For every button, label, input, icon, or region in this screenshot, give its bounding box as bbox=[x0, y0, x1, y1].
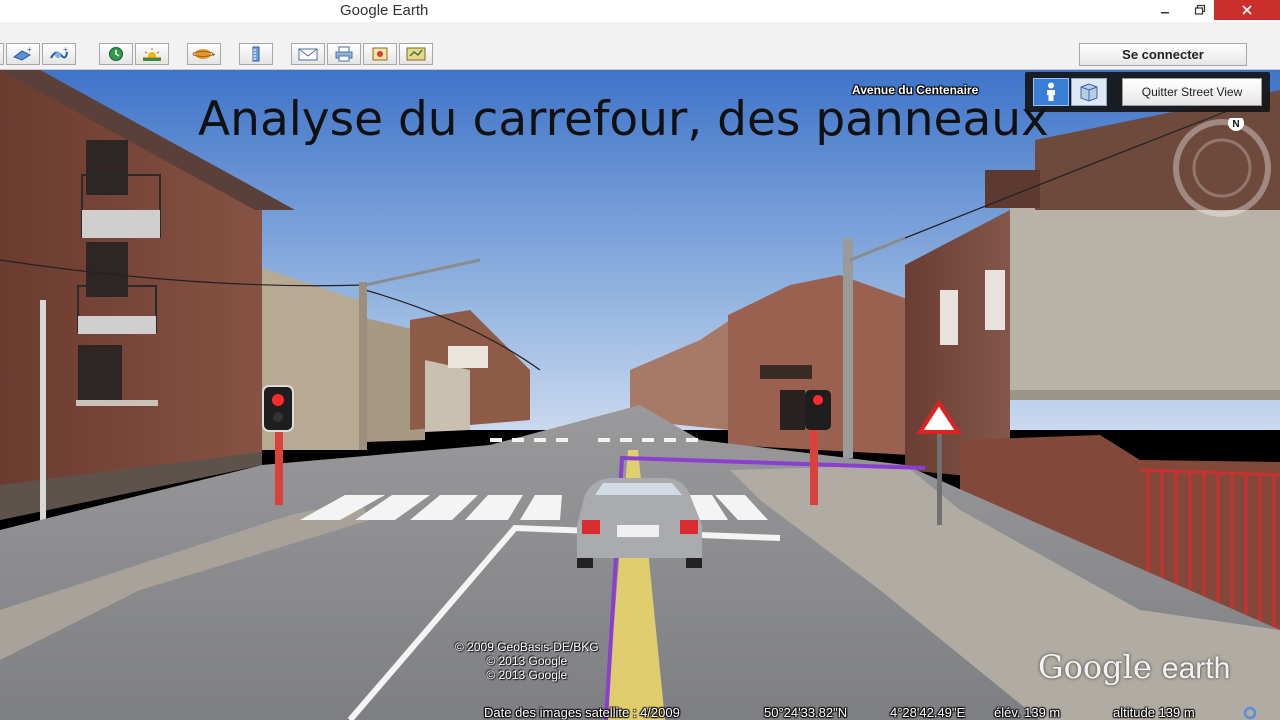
sunlight-button[interactable] bbox=[135, 43, 169, 65]
ruler-button[interactable] bbox=[239, 43, 273, 65]
street-view-imagery bbox=[0, 70, 1280, 720]
polygon-plus-icon: + bbox=[12, 46, 32, 61]
toolbar-group-view bbox=[99, 43, 169, 65]
copyright-line: © 2013 Google bbox=[486, 668, 568, 682]
logo-google-text: Google bbox=[1038, 648, 1152, 686]
slide-title: Analyse du carrefour, des panneaux bbox=[198, 92, 1049, 147]
window-title-bar: Google Earth bbox=[0, 0, 1280, 22]
svg-text:+: + bbox=[63, 46, 68, 54]
add-polygon-button[interactable]: + bbox=[6, 43, 40, 65]
copyright-line: © 2009 GeoBasis-DE/BKG bbox=[455, 640, 599, 654]
street-view-panel: Quitter Street View bbox=[1025, 72, 1270, 112]
toolbar-group-planet bbox=[187, 43, 221, 65]
latitude-readout: 50°24'33.82"N bbox=[764, 705, 848, 720]
cube-view-icon bbox=[1080, 83, 1098, 102]
save-image-icon bbox=[372, 47, 388, 61]
ruler-icon bbox=[252, 46, 260, 62]
clock-icon bbox=[109, 47, 123, 61]
view-in-maps-button[interactable] bbox=[399, 43, 433, 65]
elevation-readout: élév. 139 m bbox=[994, 705, 1061, 720]
printer-icon bbox=[335, 46, 353, 62]
altitude-readout: altitude 139 m bbox=[1113, 705, 1195, 720]
toolbar-group-share bbox=[291, 43, 433, 65]
sign-in-button[interactable]: Se connecter bbox=[1079, 43, 1247, 66]
copyright-line: © 2013 Google bbox=[486, 654, 568, 668]
planet-icon bbox=[192, 49, 215, 59]
svg-text:+: + bbox=[27, 46, 32, 54]
street-view-canvas[interactable]: Analyse du carrefour, des panneaux Avenu… bbox=[0, 70, 1280, 720]
status-bar: Date des images satellite : 4/2009 50°24… bbox=[0, 704, 1280, 720]
longitude-readout: 4°28'42.49"E bbox=[890, 705, 966, 720]
street-name-label: Avenue du Centenaire bbox=[852, 83, 979, 97]
path-plus-icon: + bbox=[50, 46, 68, 59]
add-path-button[interactable]: + bbox=[42, 43, 76, 65]
toolbar-group-ruler bbox=[239, 43, 273, 65]
save-image-button[interactable] bbox=[363, 43, 397, 65]
compass-north-label: N bbox=[1232, 119, 1239, 130]
toolbar-group-create: + + bbox=[0, 43, 76, 65]
close-icon bbox=[1242, 5, 1252, 15]
map-icon bbox=[406, 47, 426, 61]
google-earth-logo: Google earth bbox=[1038, 648, 1230, 686]
main-toolbar: + + Se connecter bbox=[0, 22, 1280, 70]
car bbox=[577, 478, 702, 568]
restore-button[interactable] bbox=[1186, 0, 1214, 20]
minimize-button[interactable] bbox=[1151, 0, 1179, 20]
logo-earth-text: earth bbox=[1161, 652, 1231, 685]
person-icon bbox=[1047, 82, 1055, 101]
email-button[interactable] bbox=[291, 43, 325, 65]
toolbar-edge-button[interactable] bbox=[0, 43, 4, 65]
sun-icon bbox=[143, 48, 161, 61]
streaming-indicator-icon bbox=[1243, 706, 1257, 720]
imagery-date: Date des images satellite : 4/2009 bbox=[484, 705, 680, 720]
photo-view-button[interactable] bbox=[1071, 78, 1107, 106]
switch-planet-button[interactable] bbox=[187, 43, 221, 65]
envelope-icon bbox=[298, 48, 318, 61]
restore-icon bbox=[1194, 4, 1206, 15]
print-button[interactable] bbox=[327, 43, 361, 65]
historical-imagery-button[interactable] bbox=[99, 43, 133, 65]
imagery-copyright: © 2009 GeoBasis-DE/BKG © 2013 Google © 2… bbox=[455, 640, 599, 682]
ground-level-view-button[interactable] bbox=[1033, 78, 1069, 106]
minimize-icon bbox=[1161, 12, 1169, 14]
navigation-compass[interactable]: N bbox=[1172, 118, 1272, 218]
window-title: Google Earth bbox=[340, 2, 429, 19]
close-button[interactable] bbox=[1214, 0, 1280, 20]
quit-street-view-button[interactable]: Quitter Street View bbox=[1122, 78, 1262, 106]
